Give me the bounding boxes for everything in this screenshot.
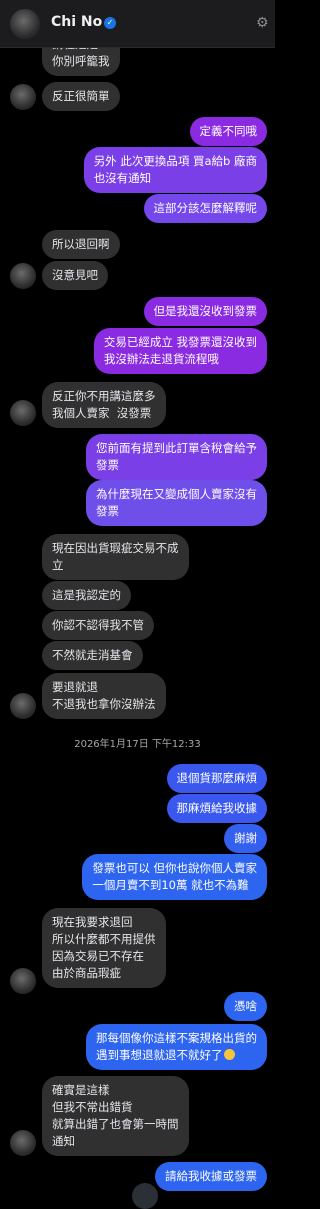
message-incoming: 反正很簡單 xyxy=(42,82,120,111)
avatar[interactable] xyxy=(10,400,36,426)
avatar[interactable] xyxy=(10,968,36,994)
message-outgoing: 定義不同哦 xyxy=(189,117,267,146)
message-outgoing: 但是我還沒收到發票 xyxy=(143,297,267,326)
avatar[interactable] xyxy=(10,263,36,289)
message-incoming: 不然就走消基會 xyxy=(42,641,143,670)
message-incoming: 沒意見吧 xyxy=(42,261,108,290)
message-outgoing: 退個貨那麼麻煩 xyxy=(166,764,267,793)
chat-header: Chi No ✓ ⚙ xyxy=(0,0,275,48)
message-incoming: 要退就退 不退我也拿你沒辦法 xyxy=(42,673,166,719)
message-outgoing: 發票也可以 但你也說你個人賣家 一個月賣不到10萬 就也不為難 xyxy=(82,854,267,900)
message-outgoing: 您前面有提到此訂單含稅會給予 發票 xyxy=(86,434,267,480)
message-incoming: 現在我要求退回 所以什麼都不用提供 因為交易已不存在 由於商品瑕疵 xyxy=(42,908,166,988)
gear-icon[interactable]: ⚙ xyxy=(256,15,269,32)
message-outgoing: 憑啥 xyxy=(224,992,267,1021)
message-list[interactable]: 講種是是 你別呼籠我 反正很簡單 定義不同哦 另外 此次更換品項 買a給b 廠商… xyxy=(0,48,275,1200)
laughing-emoji-icon xyxy=(223,1049,235,1060)
message-outgoing: 另外 此次更換品項 買a給b 廠商 也沒有通知 xyxy=(83,147,267,193)
avatar[interactable] xyxy=(10,1130,36,1156)
contact-name[interactable]: Chi No xyxy=(51,14,102,31)
message-incoming: 現在因出貨瑕疵交易不成 立 xyxy=(42,534,189,580)
contact-avatar[interactable] xyxy=(10,9,40,39)
message-incoming: 這是我認定的 xyxy=(42,581,131,610)
message-outgoing: 這部分該怎麼解釋呢 xyxy=(143,194,267,223)
verified-badge-icon: ✓ xyxy=(104,17,116,29)
message-incoming: 反正你不用講這麼多 我個人賣家 沒發票 xyxy=(42,382,166,428)
message-incoming: 所以退回啊 xyxy=(42,230,120,259)
timestamp: 2026年1月17日 下午12:33 xyxy=(74,739,201,750)
message-outgoing: 為什麼現在又變成個人賣家沒有 發票 xyxy=(86,480,267,526)
message-outgoing: 請給我收據或發票 xyxy=(155,1162,267,1191)
avatar[interactable] xyxy=(10,693,36,719)
message-incoming: 你認不認得我不管 xyxy=(42,611,154,640)
avatar[interactable] xyxy=(10,84,36,110)
message-incoming: 確實是這樣 但我不常出錯貨 就算出錯了也會第一時間 通知 xyxy=(42,1076,189,1156)
message-incoming: 講種是是 你別呼籠我 xyxy=(42,48,120,76)
message-outgoing: 謝謝 xyxy=(224,824,267,853)
message-outgoing: 那麻煩給我收據 xyxy=(166,794,267,823)
message-outgoing: 那每個像你這樣不案規格出貨的 遇到事想退就退不就好了 xyxy=(86,1024,267,1070)
scroll-to-bottom-button[interactable] xyxy=(132,1183,158,1209)
message-outgoing: 交易已經成立 我發票還沒收到 我沒辦法走退貨流程哦 xyxy=(93,328,267,374)
